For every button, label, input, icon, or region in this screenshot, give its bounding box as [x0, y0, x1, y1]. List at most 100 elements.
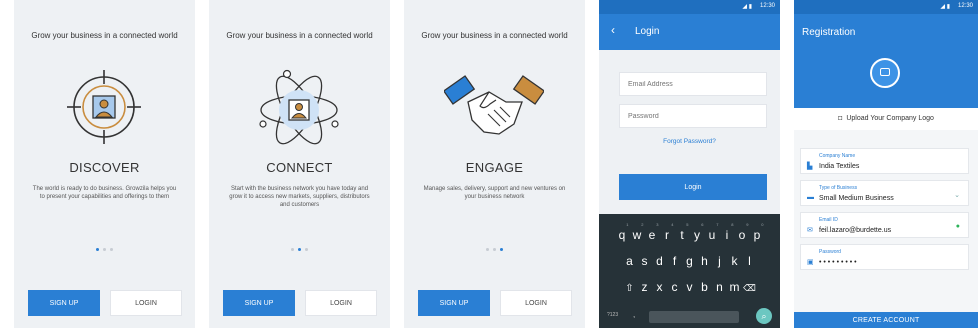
back-arrow-icon[interactable]: ‹ [611, 23, 615, 37]
check-circle-icon: ● [955, 223, 960, 230]
field-value: Small Medium Business [819, 195, 894, 202]
password-field[interactable]: ▣ Password • • • • • • • • • [800, 244, 969, 270]
onboarding-screen-engage: Grow your business in a connected world … [404, 0, 585, 328]
screen-description: Manage sales, delivery, support and new … [423, 186, 566, 200]
tagline: Grow your business in a connected world [226, 31, 373, 40]
tagline: Grow your business in a connected world [31, 31, 178, 40]
key[interactable]: a [622, 254, 637, 268]
key[interactable]: g [682, 254, 697, 268]
business-type-select[interactable]: ▬ Type of Business Small Medium Business… [800, 180, 969, 206]
key[interactable]: z [637, 280, 652, 294]
numbers-key[interactable]: ?123 [607, 312, 618, 318]
status-time: 12:30 [759, 3, 775, 9]
comma-key[interactable]: , [633, 310, 635, 319]
key[interactable]: m [727, 280, 742, 294]
pager-dots [404, 238, 585, 256]
key[interactable]: 1q [615, 222, 630, 242]
key[interactable]: 5t [675, 222, 690, 242]
field-label: Password [819, 249, 841, 255]
tagline: Grow your business in a connected world [421, 31, 568, 40]
key[interactable]: 3e [645, 222, 660, 242]
pager-dot-2[interactable] [493, 248, 496, 251]
onboarding-screen-connect: Grow your business in a connected world … [209, 0, 390, 328]
status-bar: ◢ ▮ 12:30 [599, 0, 780, 14]
pager-dot-2[interactable] [103, 248, 106, 251]
pager-dot-1[interactable] [291, 248, 294, 251]
shift-icon[interactable]: ⇧ [622, 283, 637, 294]
onboarding-screen-discover: Grow your business in a connected world … [14, 0, 195, 328]
key[interactable]: b [697, 280, 712, 294]
create-account-button[interactable]: CREATE ACCOUNT [794, 312, 978, 328]
lock-icon: ▣ [807, 259, 814, 266]
status-bar: ◢ ▮ 12:30 [794, 0, 978, 14]
backspace-icon[interactable]: ⌫ [742, 283, 757, 294]
key[interactable]: 6y [690, 222, 705, 242]
password-field[interactable] [619, 104, 767, 128]
camera-small-icon: ◘ [838, 115, 843, 122]
login-submit-button[interactable]: Login [619, 174, 767, 200]
key[interactable]: 4r [660, 222, 675, 242]
screen-title: ENGAGE [465, 160, 524, 175]
login-button[interactable]: LOGIN [305, 290, 377, 316]
email-field[interactable]: ✉ Email ID feil.lazaro@burdette.us ● [800, 212, 969, 238]
key[interactable]: 2w [630, 222, 645, 242]
pager-dot-1[interactable] [486, 248, 489, 251]
atom-network-icon [259, 69, 339, 145]
key[interactable]: 9o [735, 222, 750, 242]
key[interactable]: 0p [750, 222, 765, 242]
key[interactable]: j [712, 254, 727, 268]
key[interactable]: s [637, 254, 652, 268]
field-value: feil.lazaro@burdette.us [819, 227, 892, 234]
keyboard-row-3: ⇧ z x c v b n m ⌫ [599, 278, 780, 296]
key[interactable]: h [697, 254, 712, 268]
camera-icon [880, 68, 890, 76]
key[interactable]: c [667, 280, 682, 294]
pager-dot-2[interactable] [298, 248, 301, 251]
field-label: Type of Business [819, 185, 858, 191]
key[interactable]: k [727, 254, 742, 268]
login-button[interactable]: LOGIN [500, 290, 572, 316]
login-screen: ◢ ▮ 12:30 ‹ Login Forgot Password? Login… [599, 0, 780, 328]
key[interactable]: 7u [705, 222, 720, 242]
pager-dot-1[interactable] [96, 248, 99, 251]
search-icon[interactable]: ⌕ [756, 308, 772, 324]
pager-dot-3[interactable] [110, 248, 113, 251]
status-time: 12:30 [957, 3, 973, 9]
sign-up-button[interactable]: SIGN UP [28, 290, 100, 316]
app-bar: ‹ Login [599, 14, 780, 50]
signal-battery-icon: ◢ ▮ [940, 4, 950, 10]
sign-up-button[interactable]: SIGN UP [223, 290, 295, 316]
upload-logo-button[interactable] [870, 58, 900, 88]
key[interactable]: x [652, 280, 667, 294]
sign-up-button[interactable]: SIGN UP [418, 290, 490, 316]
key[interactable]: n [712, 280, 727, 294]
key[interactable]: f [667, 254, 682, 268]
email-field[interactable] [619, 72, 767, 96]
pager-dot-3[interactable] [305, 248, 308, 251]
screen-description: Start with the business network you have… [229, 186, 370, 208]
screen-description: The world is ready to do business. Growz… [32, 186, 177, 200]
pager-dots [14, 238, 195, 256]
chevron-down-icon[interactable]: ⌄ [954, 191, 960, 199]
key[interactable]: d [652, 254, 667, 268]
key[interactable]: l [742, 254, 757, 268]
target-icon [67, 70, 141, 144]
forgot-password-link[interactable]: Forgot Password? [599, 138, 780, 145]
login-button[interactable]: LOGIN [110, 290, 182, 316]
key[interactable]: 8i [720, 222, 735, 242]
space-key[interactable] [649, 311, 739, 323]
page-title: Registration [802, 27, 856, 38]
key[interactable]: v [682, 280, 697, 294]
signal-battery-icon: ◢ ▮ [742, 4, 752, 10]
handshake-icon [444, 75, 544, 135]
pager-dot-3[interactable] [500, 248, 503, 251]
screen-title: DISCOVER [69, 160, 140, 175]
mail-icon: ✉ [807, 227, 813, 234]
keyboard-row-2: asdfghjkl [599, 252, 780, 270]
field-label: Email ID [819, 217, 838, 223]
upload-logo-row[interactable]: ◘ Upload Your Company Logo [794, 108, 978, 130]
page-title: Login [635, 26, 660, 37]
screen-title: CONNECT [266, 160, 333, 175]
company-name-field[interactable]: ▙ Company Name India Textiles [800, 148, 969, 174]
field-value: • • • • • • • • • [819, 259, 857, 266]
